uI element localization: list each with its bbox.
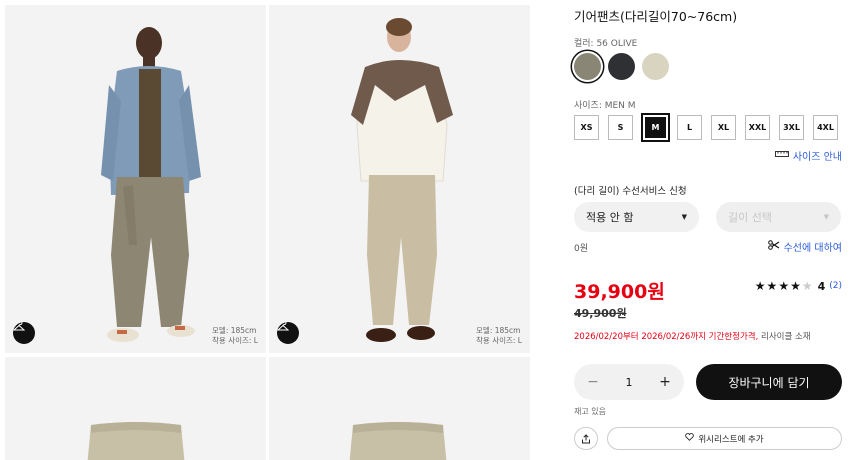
model-2-illustration — [269, 5, 530, 353]
model-height: 모델: 185cm — [212, 326, 257, 335]
quantity-value[interactable]: 1 — [626, 376, 633, 389]
alteration-info-label: 수선에 대하여 — [783, 243, 842, 254]
chevron-down-icon: ▼ — [823, 213, 829, 221]
material-note: 리사이클 소재 — [758, 332, 811, 342]
product-photo-pants-front[interactable] — [5, 357, 266, 460]
size-option-m[interactable]: M — [641, 113, 670, 142]
hanger-icon[interactable] — [277, 322, 299, 344]
rating-value: 4 — [817, 279, 826, 293]
model-info: 모델: 185cm 착용 사이즈: L — [476, 326, 522, 346]
wishlist-label: 위시리스트에 추가 — [698, 434, 764, 445]
promotion-period: 2026/02/20부터 2026/02/26까지 기간한정가격, 리사이클 소… — [574, 330, 811, 342]
share-icon — [581, 429, 591, 448]
hanger-icon[interactable] — [13, 322, 35, 344]
decrease-quantity-button[interactable]: − — [586, 374, 600, 390]
review-count[interactable]: (2) — [829, 281, 842, 291]
chevron-down-icon: ▼ — [681, 213, 687, 221]
alteration-option-select[interactable]: 적용 안 함 ▼ — [574, 202, 699, 232]
length-placeholder: 길이 선택 — [728, 211, 772, 224]
size-option-xl[interactable]: XL — [711, 115, 736, 140]
quantity-stepper: − 1 + — [574, 364, 684, 400]
product-title: 기어팬츠(다리길이70~76cm) — [574, 9, 738, 24]
scissors-icon — [767, 240, 780, 253]
length-select[interactable]: 길이 선택 ▼ — [716, 202, 841, 232]
model-1-illustration — [5, 5, 266, 353]
product-page: 모델: 185cm 착용 사이즈: L 모델: 185cm 착용 사이즈: L … — [0, 0, 850, 460]
size-option-l[interactable]: L — [677, 115, 702, 140]
size-guide-link[interactable]: 사이즈 안내 — [774, 148, 842, 163]
heart-icon — [685, 433, 695, 444]
alteration-title: (다리 길이) 수선서비스 신청 — [574, 186, 687, 197]
size-option-xxl[interactable]: XXL — [745, 115, 770, 140]
size-option-s[interactable]: S — [608, 115, 633, 140]
pants-back-illustration — [269, 357, 530, 460]
model-size: 착용 사이즈: L — [476, 336, 522, 345]
color-swatch-olive[interactable] — [574, 53, 601, 80]
pants-front-illustration — [5, 357, 266, 460]
share-button[interactable] — [574, 427, 598, 450]
color-swatch-beige[interactable] — [642, 53, 669, 80]
size-option-3xl[interactable]: 3XL — [779, 115, 804, 140]
sale-price: 39,900원 — [574, 281, 665, 303]
alteration-fee: 0원 — [574, 244, 589, 254]
product-info-panel: 기어팬츠(다리길이70~76cm) 컬러: 56 OLIVE 사이즈: MEN … — [574, 0, 842, 460]
rating[interactable]: ★★★★★ 4 (2) — [755, 279, 842, 293]
model-height: 모델: 185cm — [476, 326, 521, 335]
add-to-cart-button[interactable]: 장바구니에 담기 — [696, 364, 842, 400]
size-label: 사이즈: MEN M — [574, 101, 636, 111]
ruler-icon — [774, 150, 789, 161]
alteration-option-value: 적용 안 함 — [586, 211, 634, 224]
size-guide-label: 사이즈 안내 — [792, 152, 842, 163]
model-info: 모델: 185cm 착용 사이즈: L — [212, 326, 258, 346]
product-photo-model-2[interactable]: 모델: 185cm 착용 사이즈: L — [269, 5, 530, 353]
add-to-wishlist-button[interactable]: 위시리스트에 추가 — [607, 427, 842, 450]
product-gallery: 모델: 185cm 착용 사이즈: L 모델: 185cm 착용 사이즈: L — [5, 5, 530, 460]
stock-status: 재고 있음 — [574, 407, 606, 416]
promotion-dates: 2026/02/20부터 2026/02/26까지 기간한정가격, — [574, 332, 759, 342]
color-swatch-black[interactable] — [608, 53, 635, 80]
color-label: 컬러: 56 OLIVE — [574, 39, 638, 49]
original-price: 49,900원 — [574, 307, 627, 320]
size-option-4xl[interactable]: 4XL — [813, 115, 838, 140]
product-photo-pants-back[interactable] — [269, 357, 530, 460]
star-rating-icon: ★★★★★ — [754, 279, 814, 293]
model-size: 착용 사이즈: L — [212, 336, 258, 345]
product-photo-model-1[interactable]: 모델: 185cm 착용 사이즈: L — [5, 5, 266, 353]
size-option-xs[interactable]: XS — [574, 115, 599, 140]
increase-quantity-button[interactable]: + — [658, 374, 672, 390]
alteration-info-link[interactable]: 수선에 대하여 — [767, 239, 842, 254]
